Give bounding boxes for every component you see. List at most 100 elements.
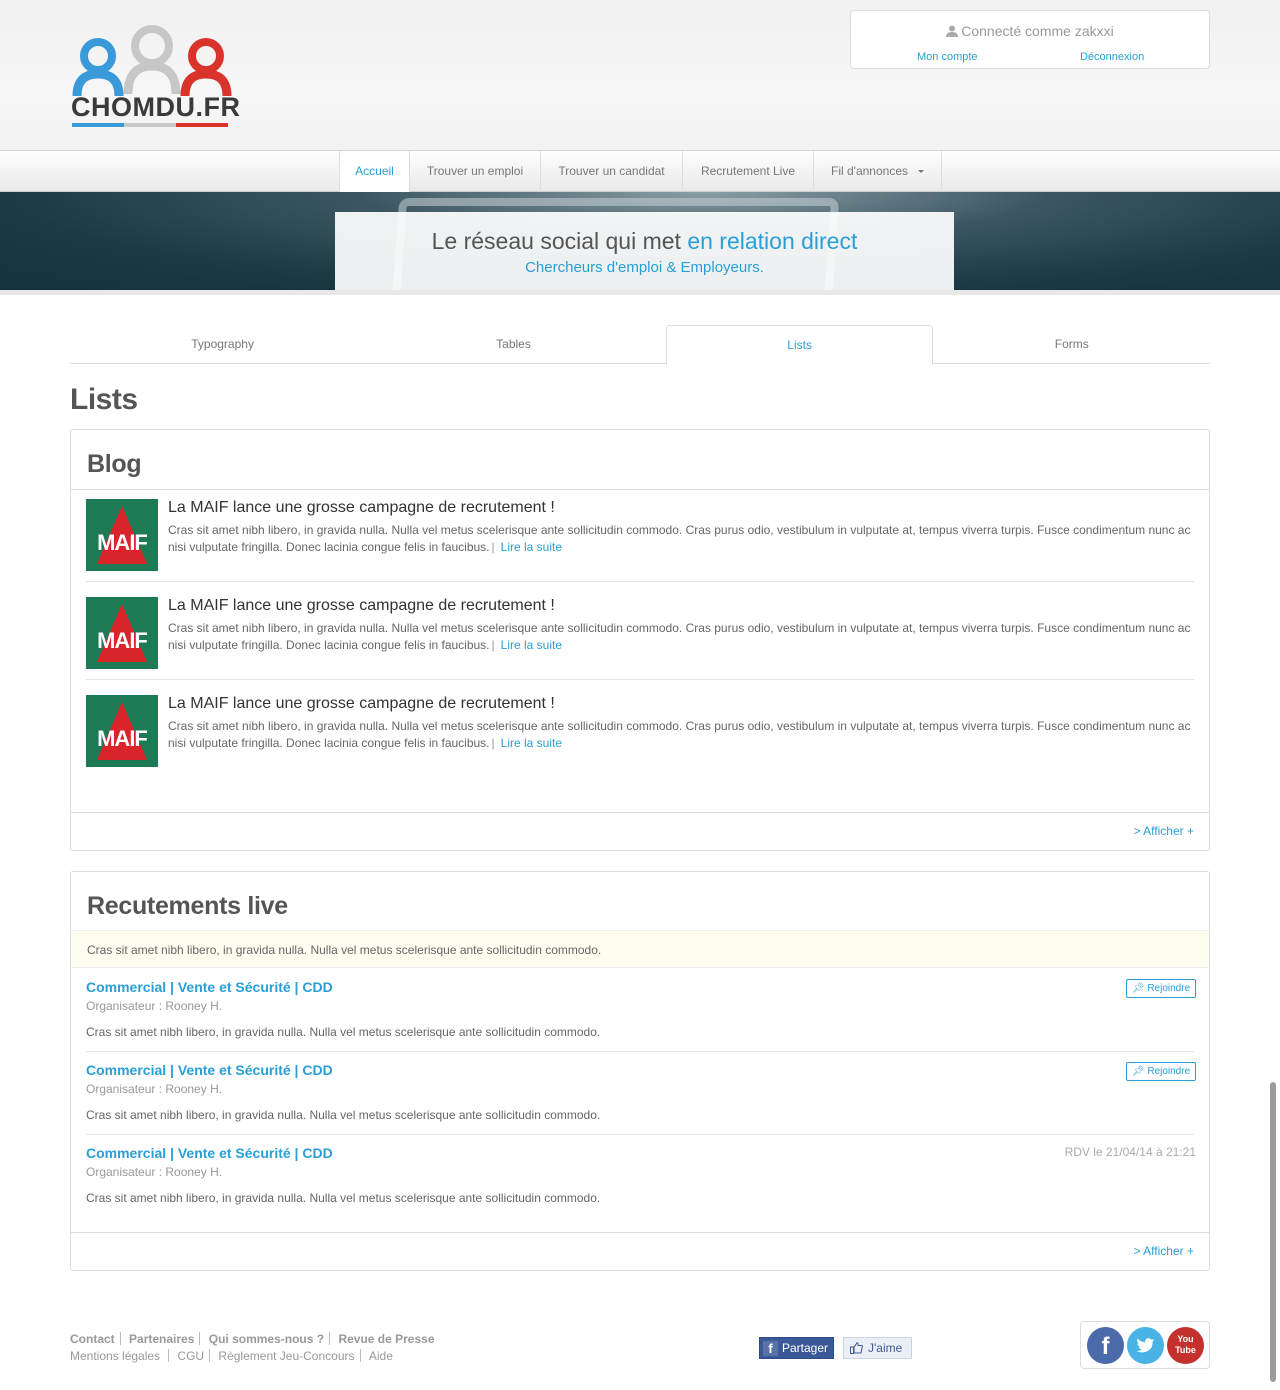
show-more-link[interactable]: > Afficher + (1134, 824, 1195, 838)
read-more-link[interactable]: Lire la suite (501, 736, 562, 750)
account-status: Connecté comme zakxxi (851, 23, 1209, 39)
tab-typography[interactable]: Typography (70, 325, 375, 364)
tagline-line1: Le réseau social qui met en relation dir… (335, 228, 954, 255)
tab-lists[interactable]: Lists (665, 325, 934, 365)
main-navbar: Accueil Trouver un emploi Trouver un can… (0, 150, 1280, 192)
footer-links-row1: Contact Partenaires Qui sommes-nous ? Re… (70, 1332, 438, 1346)
read-more-link[interactable]: Lire la suite (501, 638, 562, 652)
maif-logo-text: MAIF (97, 530, 148, 555)
maif-logo[interactable]: MAIF (86, 597, 158, 669)
live-item-title[interactable]: Commercial | Vente et Sécurité | CDD (86, 979, 333, 995)
nav-item-label: Fil d'annonces (830, 164, 908, 178)
footer-link-cgu[interactable]: CGU (174, 1349, 207, 1363)
footer-link-mentions[interactable]: Mentions légales (70, 1349, 166, 1363)
blog-item-title: La MAIF lance une grosse campagne de rec… (168, 499, 555, 516)
nav-item-trouver-candidat[interactable]: Trouver un candidat (541, 151, 683, 192)
my-account-link[interactable]: Mon compte (917, 51, 978, 63)
footer-link-qui-sommes-nous[interactable]: Qui sommes-nous ? (206, 1332, 327, 1346)
facebook-share-button[interactable]: f Partager (759, 1337, 834, 1359)
footer-link-reglement[interactable]: Règlement Jeu-Concours (215, 1349, 357, 1363)
nav-item-recrutement-live[interactable]: Recrutement Live (683, 151, 814, 192)
live-item-desc: Cras sit amet nibh libero, in gravida nu… (86, 1191, 601, 1205)
divider (71, 489, 1209, 490)
live-item: Commercial | Vente et Sécurité | CDD Org… (86, 979, 1196, 1049)
divider (71, 812, 1209, 813)
nav-item-fil-annonces[interactable]: Fil d'annonces (814, 151, 942, 192)
tagline-highlight: en relation direct (687, 228, 858, 254)
footer-link-contact[interactable]: Contact (70, 1332, 118, 1346)
join-button[interactable]: 📌︎ Rejoindre (1126, 1062, 1196, 1081)
account-box: Connecté comme zakxxi Mon compte Déconne… (850, 10, 1210, 69)
banner-divider (0, 290, 1280, 295)
site-logo[interactable]: CHOMDU.FR (70, 22, 240, 132)
maif-logo-text: MAIF (97, 726, 148, 751)
join-button-label: Rejoindre (1147, 983, 1191, 994)
live-notice: Cras sit amet nibh libero, in gravida nu… (71, 930, 1209, 968)
nav-item-accueil[interactable]: Accueil (340, 151, 410, 192)
divider (86, 1134, 1194, 1135)
blog-item: MAIF La MAIF lance une grosse campagne d… (86, 695, 1196, 771)
twitter-icon[interactable] (1127, 1327, 1164, 1364)
blog-item-title: La MAIF lance une grosse campagne de rec… (168, 597, 555, 614)
blog-item-title: La MAIF lance une grosse campagne de rec… (168, 695, 555, 712)
social-links: f You Tube (1080, 1321, 1210, 1369)
footer-link-revue-presse[interactable]: Revue de Presse (335, 1332, 437, 1346)
tagline-line2: Chercheurs d'emploi & Employeurs. (525, 259, 764, 276)
join-button[interactable]: 📌︎ Rejoindre (1126, 979, 1196, 998)
divider (86, 679, 1194, 680)
blog-title: Blog (87, 450, 142, 478)
maif-logo[interactable]: MAIF (86, 695, 158, 767)
site-header: CHOMDU.FR Connecté comme zakxxi Mon comp… (0, 0, 1280, 150)
live-recruitment-panel: Recutements live Cras sit amet nibh libe… (70, 871, 1210, 1271)
read-more-link[interactable]: Lire la suite (501, 540, 562, 554)
like-label: J'aime (868, 1341, 903, 1355)
blog-item-excerpt: Cras sit amet nibh libero, in gravida nu… (168, 523, 1191, 554)
live-item-desc: Cras sit amet nibh libero, in gravida nu… (86, 1025, 601, 1039)
chevron-down-icon (918, 170, 924, 173)
tagline-prefix: Le réseau social qui met (431, 228, 688, 254)
live-item-title[interactable]: Commercial | Vente et Sécurité | CDD (86, 1062, 333, 1078)
blog-item-text: Cras sit amet nibh libero, in gravida nu… (168, 621, 1191, 652)
youtube-icon[interactable]: You Tube (1167, 1327, 1204, 1364)
tab-forms[interactable]: Forms (933, 325, 1210, 364)
pin-icon: 📌︎ (1131, 1066, 1148, 1077)
tab-tables[interactable]: Tables (375, 325, 652, 364)
banner-tagline: Le réseau social qui met en relation dir… (335, 212, 954, 290)
nav-menu: Accueil Trouver un emploi Trouver un can… (339, 151, 942, 192)
blog-item-excerpt: Cras sit amet nibh libero, in gravida nu… (168, 621, 1191, 652)
show-more-link[interactable]: > Afficher + (1134, 1244, 1195, 1258)
user-icon (946, 25, 959, 37)
blog-item-text: Cras sit amet nibh libero, in gravida nu… (168, 719, 1191, 750)
blog-panel: Blog MAIF La MAIF lance une grosse campa… (70, 429, 1210, 851)
divider (86, 581, 1194, 582)
nav-item-trouver-emploi[interactable]: Trouver un emploi (410, 151, 541, 192)
footer-link-aide[interactable]: Aide (366, 1349, 396, 1363)
blog-item: MAIF La MAIF lance une grosse campagne d… (86, 499, 1196, 575)
live-item-organizer: Organisateur : Rooney H. (86, 1165, 223, 1179)
logout-link[interactable]: Déconnexion (1080, 51, 1144, 63)
nav-item-label: Accueil (355, 164, 394, 178)
blog-item: MAIF La MAIF lance une grosse campagne d… (86, 597, 1196, 673)
facebook-like-button[interactable]: J'aime (843, 1337, 912, 1359)
blog-item-text: Cras sit amet nibh libero, in gravida nu… (168, 523, 1191, 554)
facebook-icon: f (763, 1341, 778, 1356)
twitter-bird-icon (1136, 1338, 1154, 1353)
share-label: Partager (782, 1341, 829, 1355)
footer-link-partenaires[interactable]: Partenaires (126, 1332, 197, 1346)
footer-links-row2: Mentions légales CGU Règlement Jeu-Conco… (70, 1349, 396, 1363)
live-item-desc: Cras sit amet nibh libero, in gravida nu… (86, 1108, 601, 1122)
divider (86, 1051, 1194, 1052)
live-item-organizer: Organisateur : Rooney H. (86, 1082, 223, 1096)
live-item-title[interactable]: Commercial | Vente et Sécurité | CDD (86, 1145, 333, 1161)
page-scrollbar[interactable] (1270, 1082, 1276, 1382)
facebook-icon[interactable]: f (1087, 1327, 1124, 1364)
divider (71, 1232, 1209, 1233)
page-title: Lists (70, 383, 138, 416)
live-notice-text: Cras sit amet nibh libero, in gravida nu… (87, 943, 602, 957)
account-status-text: Connecté comme zakxxi (961, 23, 1114, 39)
pin-icon: 📌︎ (1131, 983, 1148, 994)
maif-logo[interactable]: MAIF (86, 499, 158, 571)
live-item-organizer: Organisateur : Rooney H. (86, 999, 223, 1013)
blog-item-excerpt: Cras sit amet nibh libero, in gravida nu… (168, 719, 1191, 750)
live-item: Commercial | Vente et Sécurité | CDD Org… (86, 1062, 1196, 1132)
